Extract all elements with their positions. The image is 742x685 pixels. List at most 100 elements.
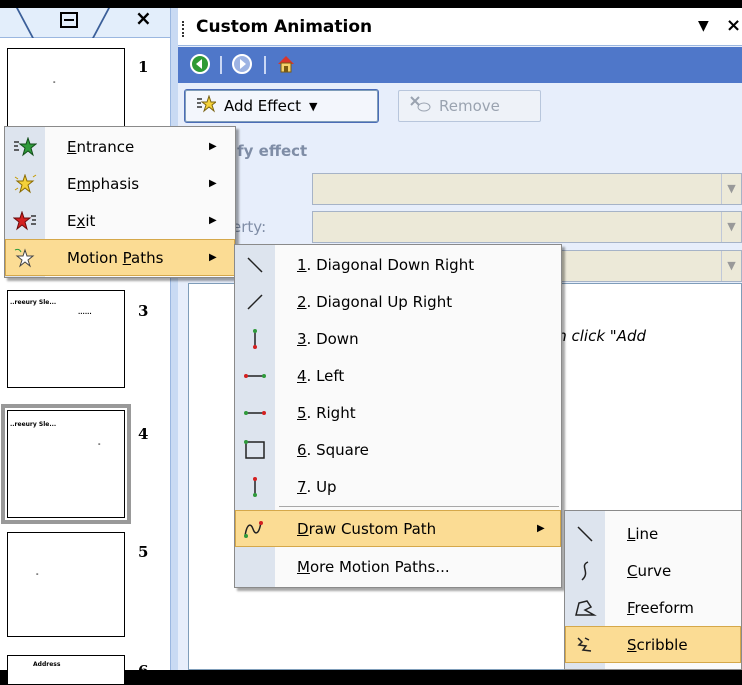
modify-effect-heading: ify effect bbox=[232, 142, 308, 160]
menu-item-diagonal-down-right[interactable]: 1. Diagonal Down Right bbox=[235, 246, 561, 283]
remove-label: Remove bbox=[439, 97, 500, 115]
home-icon[interactable] bbox=[274, 53, 298, 75]
square-path-icon bbox=[235, 431, 275, 468]
back-arrow-icon[interactable] bbox=[188, 53, 212, 75]
menu-item-label: 5. Right bbox=[297, 403, 356, 422]
menu-item-diagonal-up-right[interactable]: 2. Diagonal Up Right bbox=[235, 283, 561, 320]
slide-thumbnail-5[interactable]: - bbox=[7, 532, 125, 637]
menu-item-more-motion-paths[interactable]: More Motion Paths... bbox=[235, 548, 561, 585]
menu-item-motion-paths[interactable]: Motion Paths ▶ bbox=[5, 239, 235, 276]
slide-thumbnail-1[interactable]: - bbox=[7, 48, 125, 128]
motion-paths-menu: 1. Diagonal Down Right 2. Diagonal Up Ri… bbox=[234, 244, 562, 588]
menu-item-emphasis[interactable]: Emphasis ▶ bbox=[5, 165, 235, 202]
add-effect-menu: Entrance ▶ Emphasis ▶ Exit ▶ Motion Path… bbox=[4, 126, 236, 278]
slide-text: ...... bbox=[78, 309, 92, 316]
slide-text: - bbox=[98, 441, 101, 448]
slides-tab[interactable] bbox=[92, 8, 110, 38]
slide-number: 1 bbox=[138, 58, 149, 76]
pane-splitter[interactable] bbox=[170, 8, 178, 670]
menu-item-entrance[interactable]: Entrance ▶ bbox=[5, 128, 235, 165]
menu-item-label: Draw Custom Path bbox=[297, 519, 437, 538]
up-path-icon bbox=[235, 468, 275, 505]
menu-item-label: 4. Left bbox=[297, 366, 345, 385]
close-pane-icon[interactable]: × bbox=[135, 6, 152, 30]
nav-separator bbox=[220, 56, 222, 74]
property-select: ▼ bbox=[312, 211, 742, 243]
chevron-down-icon: ▼ bbox=[308, 99, 318, 113]
menu-item-down[interactable]: 3. Down bbox=[235, 320, 561, 357]
menu-item-label: Emphasis bbox=[67, 174, 140, 193]
add-effect-label: Add Effect bbox=[224, 97, 301, 115]
menu-item-curve[interactable]: Curve bbox=[565, 552, 741, 589]
task-pane-nav-bar bbox=[178, 47, 742, 83]
draw-custom-path-menu: Line Curve Freeform Scribble bbox=[564, 510, 742, 670]
right-path-icon bbox=[235, 394, 275, 431]
menu-item-label: Scribble bbox=[627, 635, 688, 654]
menu-item-exit[interactable]: Exit ▶ bbox=[5, 202, 235, 239]
menu-item-freeform[interactable]: Freeform bbox=[565, 589, 741, 626]
effect-list-hint: en click "Add n. bbox=[548, 326, 646, 366]
remove-button: Remove bbox=[398, 90, 541, 122]
nav-separator bbox=[264, 56, 266, 74]
menu-item-draw-custom-path[interactable]: Draw Custom Path ▶ bbox=[235, 510, 561, 547]
left-path-icon bbox=[235, 357, 275, 394]
menu-item-label: Freeform bbox=[627, 598, 694, 617]
freeform-icon bbox=[565, 589, 605, 626]
slide-text: - bbox=[36, 571, 39, 578]
slide-thumbnail-6[interactable]: Address bbox=[7, 655, 125, 685]
slide-text: - bbox=[53, 79, 56, 86]
menu-item-right[interactable]: 5. Right bbox=[235, 394, 561, 431]
slide-number: 6 bbox=[138, 662, 149, 680]
menu-item-line[interactable]: Line bbox=[565, 515, 741, 552]
blank-icon bbox=[235, 548, 275, 585]
diagonal-down-right-icon bbox=[235, 246, 275, 283]
property-label: erty: bbox=[232, 218, 267, 236]
outline-tab[interactable] bbox=[16, 8, 34, 38]
menu-item-up[interactable]: 7. Up bbox=[235, 468, 561, 505]
diagonal-up-right-icon bbox=[235, 283, 275, 320]
slide-thumbnail-4[interactable]: ..reeury Sle... - bbox=[1, 404, 131, 524]
slide-number: 5 bbox=[138, 543, 149, 561]
chevron-down-icon: ▼ bbox=[721, 251, 741, 281]
task-pane-title: Custom Animation bbox=[196, 17, 373, 37]
down-path-icon bbox=[235, 320, 275, 357]
submenu-arrow-icon: ▶ bbox=[209, 215, 217, 226]
hint-line: en click "Add bbox=[548, 327, 646, 345]
slide-number: 3 bbox=[138, 302, 149, 320]
submenu-arrow-icon: ▶ bbox=[209, 178, 217, 189]
task-pane-menu-icon[interactable]: ▼ bbox=[698, 18, 709, 34]
emphasis-star-icon bbox=[5, 165, 45, 202]
task-pane-close-icon[interactable]: × bbox=[726, 15, 741, 36]
menu-item-label: Exit bbox=[67, 211, 96, 230]
slide-title: ..reeury Sle... bbox=[10, 421, 57, 428]
menu-item-scribble[interactable]: Scribble bbox=[565, 626, 741, 663]
slide-title: Address bbox=[33, 661, 61, 668]
curve-icon bbox=[565, 552, 605, 589]
start-select: ▼ bbox=[312, 173, 742, 205]
scribble-icon bbox=[565, 626, 605, 663]
chevron-down-icon: ▼ bbox=[721, 212, 741, 242]
add-effect-button[interactable]: Add Effect ▼ bbox=[184, 89, 379, 123]
slide-thumbnail-3[interactable]: ..reeury Sle... ...... bbox=[7, 290, 125, 388]
forward-arrow-icon[interactable] bbox=[230, 53, 254, 75]
menu-item-label: 2. Diagonal Up Right bbox=[297, 292, 453, 311]
grip-icon[interactable] bbox=[182, 21, 184, 37]
custom-path-icon bbox=[235, 510, 275, 547]
submenu-arrow-icon: ▶ bbox=[209, 252, 217, 263]
menu-separator bbox=[279, 506, 559, 507]
menu-item-label: Motion Paths bbox=[67, 248, 164, 267]
menu-item-square[interactable]: 6. Square bbox=[235, 431, 561, 468]
task-pane-header: Custom Animation ▼ × bbox=[178, 8, 742, 46]
slides-tab-icon[interactable] bbox=[60, 12, 78, 28]
menu-item-left[interactable]: 4. Left bbox=[235, 357, 561, 394]
menu-item-label: 1. Diagonal Down Right bbox=[297, 255, 475, 274]
entrance-star-icon bbox=[5, 128, 45, 165]
exit-star-icon bbox=[5, 202, 45, 239]
submenu-arrow-icon: ▶ bbox=[537, 523, 545, 534]
menu-item-label: More Motion Paths... bbox=[297, 557, 450, 576]
menu-item-label: 6. Square bbox=[297, 440, 369, 459]
menu-item-label: Line bbox=[627, 524, 659, 543]
menu-item-label: 7. Up bbox=[297, 477, 337, 496]
submenu-arrow-icon: ▶ bbox=[209, 141, 217, 152]
line-icon bbox=[565, 515, 605, 552]
